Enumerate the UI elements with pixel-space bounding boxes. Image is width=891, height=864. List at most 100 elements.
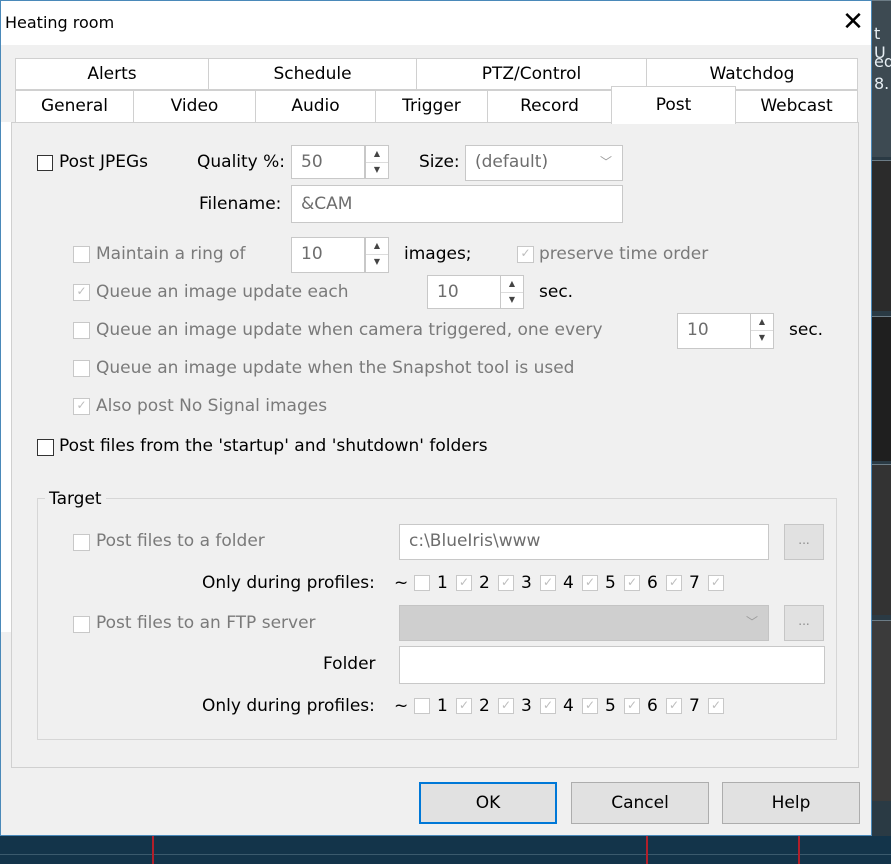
queue-each-label: Queue an image update each (96, 282, 349, 302)
ftp-settings-button[interactable]: ... (784, 605, 824, 641)
startup-shutdown-checkbox[interactable] (37, 439, 54, 456)
queue-trigger-spinner[interactable]: ▲ ▼ (750, 313, 774, 349)
ftp-profile-5-checkbox[interactable]: ✓ (624, 698, 640, 714)
tab-audio[interactable]: Audio (255, 90, 376, 123)
tab-label: Audio (291, 96, 340, 116)
background-text: ed (874, 52, 891, 71)
sec-label: sec. (539, 282, 574, 302)
profile-3-checkbox[interactable]: ✓ (540, 575, 556, 591)
spin-down-icon[interactable]: ▼ (366, 254, 388, 270)
maintain-ring-checkbox[interactable] (73, 246, 90, 263)
spin-down-icon[interactable]: ▼ (751, 330, 773, 346)
close-icon[interactable]: ✕ (839, 7, 867, 37)
spin-up-icon[interactable]: ▲ (751, 314, 773, 331)
queue-each-input[interactable]: 10 (427, 275, 501, 309)
browse-folder-button[interactable]: ... (784, 524, 824, 560)
ftp-profile-0-checkbox[interactable] (414, 698, 430, 714)
profile-6-checkbox[interactable]: ✓ (666, 575, 682, 591)
chevron-down-icon: ﹀ (745, 615, 758, 629)
chevron-down-icon: ﹀ (599, 155, 612, 169)
ftp-folder-input[interactable] (399, 646, 825, 684)
size-label: Size: (419, 152, 460, 172)
ftp-profile-7-checkbox[interactable]: ✓ (708, 698, 724, 714)
background-app-strip: t U ed 8. (872, 0, 891, 864)
ftp-server-select[interactable]: ﹀ (399, 605, 769, 641)
filename-input[interactable]: &CAM (291, 185, 623, 223)
ftp-profile-6-checkbox[interactable]: ✓ (666, 698, 682, 714)
ring-count-spinner[interactable]: ▲ ▼ (365, 237, 389, 273)
quality-input[interactable]: 50 (291, 145, 365, 179)
size-select[interactable]: (default) ﹀ (465, 145, 623, 181)
background-camera-thumb (872, 620, 891, 801)
ftp-profile-2-checkbox[interactable]: ✓ (498, 698, 514, 714)
profile-7-checkbox[interactable]: ✓ (708, 575, 724, 591)
timeline-marker (152, 836, 154, 864)
no-signal-label: Also post No Signal images (96, 396, 328, 416)
title-bar: Heating room ✕ (1, 1, 871, 45)
quality-spinner[interactable]: ▲ ▼ (365, 145, 389, 179)
spin-down-icon[interactable]: ▼ (501, 292, 523, 308)
tab-label: General (41, 96, 108, 116)
queue-each-checkbox[interactable]: ✓ (73, 284, 90, 301)
profile-number: 4 (563, 573, 574, 593)
tab-schedule[interactable]: Schedule (208, 58, 417, 90)
profile-0-checkbox[interactable] (414, 575, 430, 591)
tab-trigger[interactable]: Trigger (375, 90, 488, 123)
tab-record[interactable]: Record (487, 90, 612, 123)
profile-number: 3 (521, 696, 532, 716)
profile-number: 2 (479, 696, 490, 716)
queue-trigger-checkbox[interactable] (73, 322, 90, 339)
ftp-profile-3-checkbox[interactable]: ✓ (540, 698, 556, 714)
background-camera-thumb (872, 316, 891, 461)
cancel-button[interactable]: Cancel (571, 782, 709, 824)
spin-down-icon[interactable]: ▼ (366, 162, 388, 178)
profiles-tilde: ~ (394, 573, 409, 593)
spin-up-icon[interactable]: ▲ (366, 146, 388, 163)
profile-1-checkbox[interactable]: ✓ (456, 575, 472, 591)
help-button[interactable]: Help (722, 782, 860, 824)
ftp-profile-1-checkbox[interactable]: ✓ (456, 698, 472, 714)
post-ftp-checkbox[interactable] (73, 616, 90, 633)
spin-up-icon[interactable]: ▲ (501, 276, 523, 293)
profile-number: 2 (479, 573, 490, 593)
queue-trigger-label: Queue an image update when camera trigge… (96, 320, 603, 340)
profile-number: 5 (605, 573, 616, 593)
tab-video[interactable]: Video (133, 90, 256, 123)
profiles-label: Only during profiles: (202, 696, 375, 716)
tab-post[interactable]: Post (611, 86, 736, 124)
timeline-marker (646, 836, 648, 864)
tab-label: Trigger (402, 96, 461, 116)
profile-5-checkbox[interactable]: ✓ (624, 575, 640, 591)
tab-alerts[interactable]: Alerts (15, 58, 209, 90)
tab-webcast[interactable]: Webcast (735, 90, 858, 123)
preserve-order-checkbox[interactable]: ✓ (517, 246, 534, 263)
profile-4-checkbox[interactable]: ✓ (582, 575, 598, 591)
tab-label: Video (170, 96, 219, 116)
dialog-left-margin (1, 122, 11, 632)
folder-path-input[interactable]: c:\BlueIris\www (399, 524, 769, 560)
tab-label: Watchdog (709, 64, 795, 84)
tab-label: Schedule (273, 64, 352, 84)
profile-2-checkbox[interactable]: ✓ (498, 575, 514, 591)
profile-number: 7 (689, 696, 700, 716)
queue-trigger-input[interactable]: 10 (677, 313, 751, 349)
spin-up-icon[interactable]: ▲ (366, 238, 388, 255)
ring-count-input[interactable]: 10 (291, 237, 365, 273)
timeline-line (0, 854, 891, 855)
post-folder-checkbox[interactable] (73, 534, 90, 551)
post-jpegs-label: Post JPEGs (59, 152, 149, 172)
queue-snapshot-checkbox[interactable] (73, 360, 90, 377)
profile-number: 6 (647, 696, 658, 716)
tab-general[interactable]: General (15, 90, 134, 123)
background-timeline (0, 836, 891, 864)
tab-label: Alerts (87, 64, 137, 84)
profile-number: 7 (689, 573, 700, 593)
filename-label: Filename: (199, 194, 282, 214)
no-signal-checkbox[interactable]: ✓ (73, 398, 90, 415)
queue-each-spinner[interactable]: ▲ ▼ (500, 275, 524, 309)
ok-button[interactable]: OK (419, 782, 557, 824)
post-jpegs-checkbox[interactable] (37, 155, 53, 171)
ftp-profile-4-checkbox[interactable]: ✓ (582, 698, 598, 714)
sec-label: sec. (789, 320, 824, 340)
size-value: (default) (475, 152, 549, 172)
